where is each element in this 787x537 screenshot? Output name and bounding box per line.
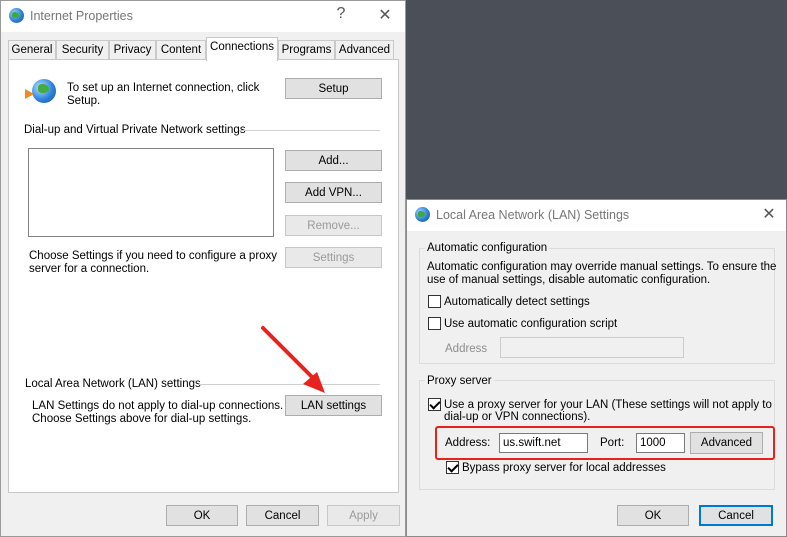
- proxy-server-title: Proxy server: [425, 375, 494, 388]
- tab-programs[interactable]: Programs: [278, 40, 335, 60]
- dialup-section-title: Dial-up and Virtual Private Network sett…: [24, 124, 246, 136]
- close-icon[interactable]: ✕: [757, 204, 781, 224]
- tab-advanced[interactable]: Advanced: [335, 40, 394, 60]
- dialog-ok-button[interactable]: OK: [617, 505, 689, 526]
- auto-detect-checkbox[interactable]: [428, 295, 441, 308]
- annotation-highlight-box: [435, 426, 775, 460]
- setup-text-line2: Setup.: [67, 95, 101, 107]
- use-proxy-label-line2[interactable]: dial-up or VPN connections).: [444, 411, 590, 424]
- tab-security[interactable]: Security: [56, 40, 109, 60]
- setup-button[interactable]: Setup: [285, 78, 382, 99]
- lan-settings-dialog: Local Area Network (LAN) Settings ✕ Auto…: [406, 199, 787, 537]
- apply-button[interactable]: Apply: [327, 505, 400, 526]
- auto-script-label[interactable]: Use automatic configuration script: [444, 318, 617, 331]
- section-divider: [239, 130, 380, 131]
- internet-globe-icon: [415, 207, 430, 222]
- internet-properties-window: Internet Properties ? ✕ General Security…: [0, 0, 406, 537]
- window-title: Internet Properties: [30, 9, 133, 23]
- proxy-hint-line2: server for a connection.: [29, 263, 150, 275]
- tab-privacy[interactable]: Privacy: [109, 40, 156, 60]
- internet-globe-icon: [9, 8, 24, 23]
- lan-text-line1: LAN Settings do not apply to dial-up con…: [32, 400, 284, 412]
- tab-content[interactable]: Content: [156, 40, 206, 60]
- auto-detect-label[interactable]: Automatically detect settings: [444, 296, 590, 309]
- help-button[interactable]: ?: [329, 5, 353, 23]
- connections-listbox[interactable]: [28, 148, 274, 237]
- connection-wizard-icon: [25, 77, 59, 107]
- setup-text-line1: To set up an Internet connection, click: [67, 82, 260, 94]
- dialog-title: Local Area Network (LAN) Settings: [436, 208, 630, 222]
- auto-config-desc-line2: use of manual settings, disable automati…: [427, 274, 711, 286]
- lan-text-line2: Choose Settings above for dial-up settin…: [32, 413, 252, 425]
- lan-settings-button[interactable]: LAN settings: [285, 395, 382, 416]
- dialog-title-bar[interactable]: Local Area Network (LAN) Settings ✕: [407, 200, 786, 231]
- annotation-arrow: [261, 326, 325, 393]
- connections-panel: To set up an Internet connection, click …: [8, 59, 399, 493]
- lan-section-title: Local Area Network (LAN) settings: [25, 378, 201, 390]
- ok-button[interactable]: OK: [166, 505, 238, 526]
- close-icon[interactable]: ✕: [373, 5, 397, 25]
- bypass-local-label[interactable]: Bypass proxy server for local addresses: [462, 462, 666, 475]
- add-vpn-button[interactable]: Add VPN...: [285, 182, 382, 203]
- script-address-label: Address: [445, 343, 488, 355]
- bypass-local-checkbox[interactable]: [446, 461, 459, 474]
- tab-general[interactable]: General: [8, 40, 56, 60]
- use-proxy-checkbox[interactable]: [428, 398, 441, 411]
- tab-strip: General Security Privacy Content Connect…: [5, 37, 397, 61]
- auto-config-title: Automatic configuration: [425, 242, 550, 255]
- add-button[interactable]: Add...: [285, 150, 382, 171]
- cancel-button[interactable]: Cancel: [246, 505, 319, 526]
- settings-button[interactable]: Settings: [285, 247, 382, 268]
- auto-script-checkbox[interactable]: [428, 317, 441, 330]
- script-address-input[interactable]: [500, 337, 684, 358]
- dialog-cancel-button[interactable]: Cancel: [699, 505, 773, 526]
- auto-config-desc-line1: Automatic configuration may override man…: [427, 261, 777, 273]
- proxy-hint-line1: Choose Settings if you need to configure…: [29, 250, 278, 262]
- tab-connections[interactable]: Connections: [206, 37, 278, 61]
- remove-button[interactable]: Remove...: [285, 215, 382, 236]
- title-bar[interactable]: Internet Properties ? ✕: [1, 1, 405, 32]
